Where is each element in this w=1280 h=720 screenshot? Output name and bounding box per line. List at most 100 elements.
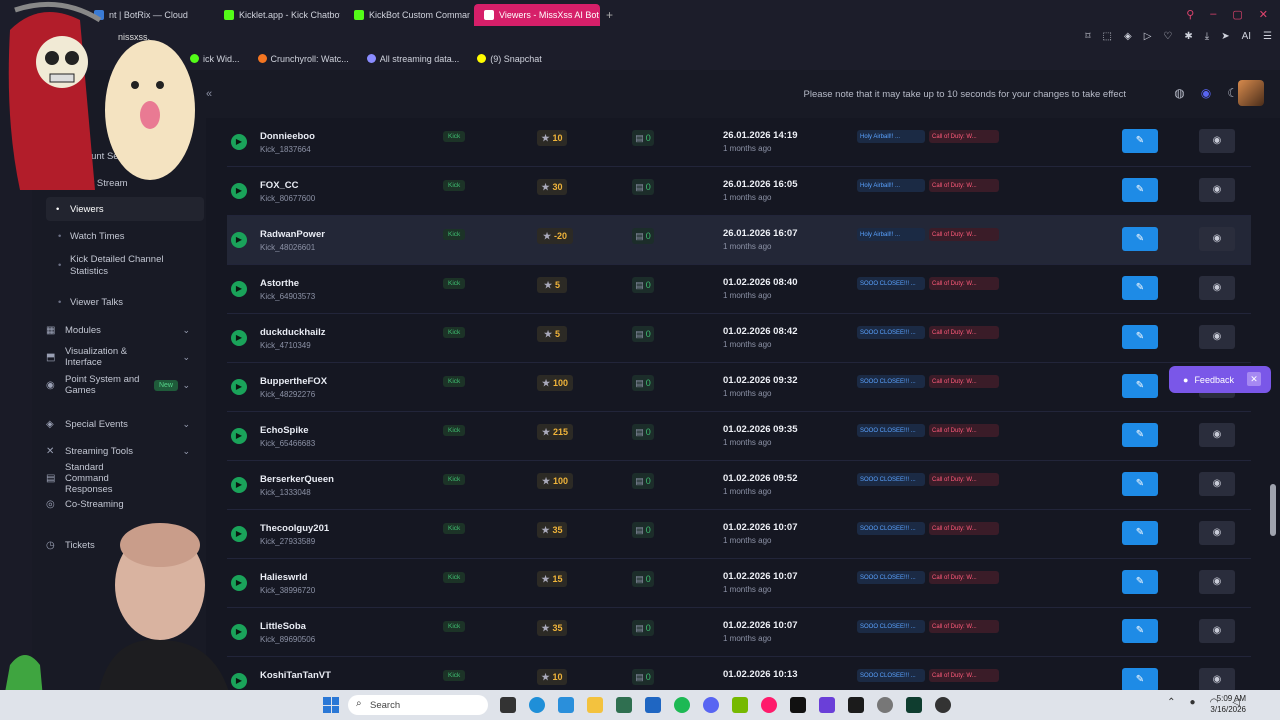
heart-icon[interactable]: ♡ [1163,31,1172,42]
edit-button[interactable]: ✎ [1122,570,1158,594]
viewer-name[interactable]: Thecoolguy201 [260,523,329,534]
new-tab-button[interactable]: + [606,8,613,22]
bookmark-icon[interactable]: ⌑ [1085,31,1090,42]
sidebar-item[interactable]: • Viewer Talks [58,290,210,314]
play-icon[interactable]: ▶ [231,183,247,199]
edit-button[interactable]: ✎ [1122,276,1158,300]
settings-icon[interactable] [877,697,893,713]
edit-button[interactable]: ✎ [1122,374,1158,398]
bookmark-item[interactable]: All streaming data... [366,54,459,64]
collapse-sidebar-icon[interactable]: « [206,88,212,100]
avatar[interactable] [1238,80,1264,106]
sidebar-item[interactable]: • Viewers [46,197,204,221]
sidebar-item[interactable]: ▤ Standard Command Responses [46,462,202,495]
minimize-icon[interactable]: – [1210,8,1216,21]
bookmark-item[interactable]: Crunchyroll: Watc... [257,54,349,64]
mic-icon[interactable]: ● [1190,697,1196,708]
edit-button[interactable]: ✎ [1122,521,1158,545]
bookmark-item[interactable]: (9) Snapchat [477,54,542,64]
sidebar-item[interactable]: ◎ Co-Streaming [46,492,202,516]
edit-button[interactable]: ✎ [1122,472,1158,496]
edit-button[interactable]: ✎ [1122,423,1158,447]
sidebar-item[interactable]: ◉ Point System and Games New ⌄ [46,373,202,397]
viewer-name[interactable]: EchoSpike [260,425,309,436]
viewer-name[interactable]: Halieswrld [260,572,308,583]
play-icon[interactable]: ▶ [231,281,247,297]
view-button[interactable]: ◉ [1199,472,1235,496]
play-icon[interactable]: ▶ [231,134,247,150]
sidebar-item[interactable]: ▦ Modules ⌄ [46,318,202,342]
view-button[interactable]: ◉ [1199,668,1235,690]
discord-icon[interactable]: ◉ [1201,86,1211,100]
spotify-icon[interactable] [674,697,690,713]
send-icon[interactable]: ➤ [1221,31,1229,42]
play-icon[interactable]: ▷ [1144,31,1152,42]
sidebar-item[interactable]: • Watch Times [58,224,210,248]
chevron-down-icon[interactable]: ⌄ [182,380,190,391]
view-button[interactable]: ◉ [1199,129,1235,153]
sidebar-item[interactable]: ✕ Streaming Tools ⌄ [46,439,202,463]
chevron-up-icon[interactable]: ⌃ [1167,697,1175,708]
obs-icon[interactable] [935,697,951,713]
view-button[interactable]: ◉ [1199,227,1235,251]
edit-button[interactable]: ✎ [1122,325,1158,349]
viewer-name[interactable]: duckduckhailz [260,327,325,338]
windows-start-icon[interactable] [323,697,339,713]
extensions-icon[interactable]: ✱ [1184,31,1192,42]
maximize-icon[interactable]: ▢ [1232,8,1242,21]
sidebar-item[interactable]: ◈ Special Events ⌄ [46,412,202,436]
viewer-name[interactable]: BuppertheFOX [260,376,327,387]
chevron-down-icon[interactable]: ⌄ [182,446,190,457]
shield-icon[interactable]: ◈ [1124,31,1132,42]
viewer-name[interactable]: KoshiTanTanVT [260,670,331,681]
chevron-down-icon[interactable]: ⌄ [182,325,190,336]
feedback-button[interactable]: ● Feedback ✕ [1169,366,1271,393]
chevron-down-icon[interactable]: ⌄ [182,419,190,430]
calculator-icon[interactable] [616,697,632,713]
close-window-icon[interactable]: ✕ [1259,8,1268,21]
kick-app-icon[interactable] [906,697,922,713]
browser-tab[interactable]: Kicklet.app - Kick Chatbot [214,4,340,26]
menu-icon[interactable]: ☰ [1263,31,1272,42]
sidebar-item[interactable]: • Kick Detailed Channel Statistics [58,251,210,281]
view-button[interactable]: ◉ [1199,325,1235,349]
grid-app-icon[interactable] [819,697,835,713]
view-button[interactable]: ◉ [1199,178,1235,202]
play-icon[interactable]: ▶ [231,477,247,493]
edit-button[interactable]: ✎ [1122,129,1158,153]
play-icon[interactable]: ▶ [231,428,247,444]
browser-tab[interactable]: Viewers - MissXss AI Bot [474,4,600,26]
play-icon[interactable]: ▶ [231,232,247,248]
opera-icon[interactable] [761,697,777,713]
sidebar-item[interactable]: ⬒ Visualization & Interface ⌄ [46,345,202,369]
view-button[interactable]: ◉ [1199,619,1235,643]
view-button[interactable]: ◉ [1199,521,1235,545]
edit-button[interactable]: ✎ [1122,178,1158,202]
play-icon[interactable]: ▶ [231,379,247,395]
play-icon[interactable]: ▶ [231,330,247,346]
taskbar-clock[interactable]: 5:09 AM 3/16/2026 [1210,693,1246,715]
viewer-name[interactable]: LittleSoba [260,621,306,632]
download-icon[interactable]: ⤓ [1205,31,1209,42]
view-button[interactable]: ◉ [1199,276,1235,300]
edit-button[interactable]: ✎ [1122,619,1158,643]
viewer-name[interactable]: BerserkerQueen [260,474,334,485]
moon-icon[interactable]: ☾ [1227,86,1238,100]
viewer-name[interactable]: Donnieeboo [260,131,315,142]
browser-tab[interactable]: KickBot Custom Commands [344,4,470,26]
viewer-name[interactable]: FOX_CC [260,180,299,191]
close-feedback-button[interactable]: ✕ [1247,372,1261,386]
edit-button[interactable]: ✎ [1122,227,1158,251]
outlook-icon[interactable] [645,697,661,713]
search-window-icon[interactable]: ⚲ [1186,8,1194,21]
terminal-icon[interactable] [848,697,864,713]
taskbar-search[interactable]: ⌕ Search [348,695,488,715]
discord-taskbar-icon[interactable] [703,697,719,713]
files-icon[interactable] [558,697,574,713]
file-explorer-icon[interactable] [500,697,516,713]
edit-button[interactable]: ✎ [1122,668,1158,690]
folder-icon[interactable] [587,697,603,713]
viewer-name[interactable]: RadwanPower [260,229,325,240]
nvidia-icon[interactable] [732,697,748,713]
capcut-icon[interactable] [790,697,806,713]
